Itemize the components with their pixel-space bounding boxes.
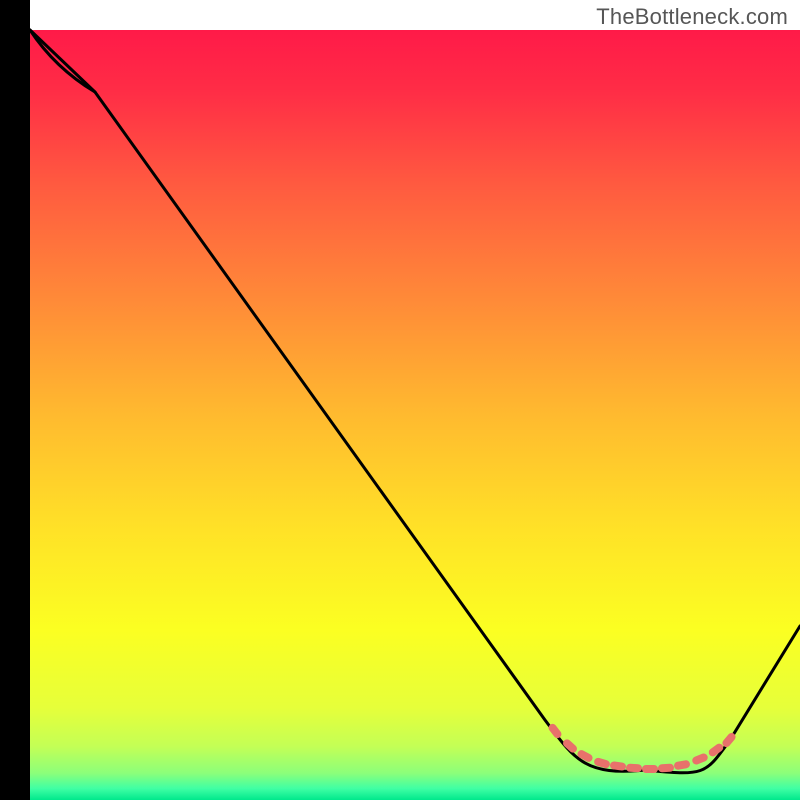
trough-dash bbox=[626, 764, 642, 773]
bottleneck-chart: TheBottleneck.com bbox=[0, 0, 800, 800]
trough-dash bbox=[658, 763, 675, 772]
gradient-background bbox=[30, 30, 800, 800]
chart-svg bbox=[0, 0, 800, 800]
watermark-text: TheBottleneck.com bbox=[596, 4, 788, 30]
trough-dash bbox=[642, 765, 658, 773]
